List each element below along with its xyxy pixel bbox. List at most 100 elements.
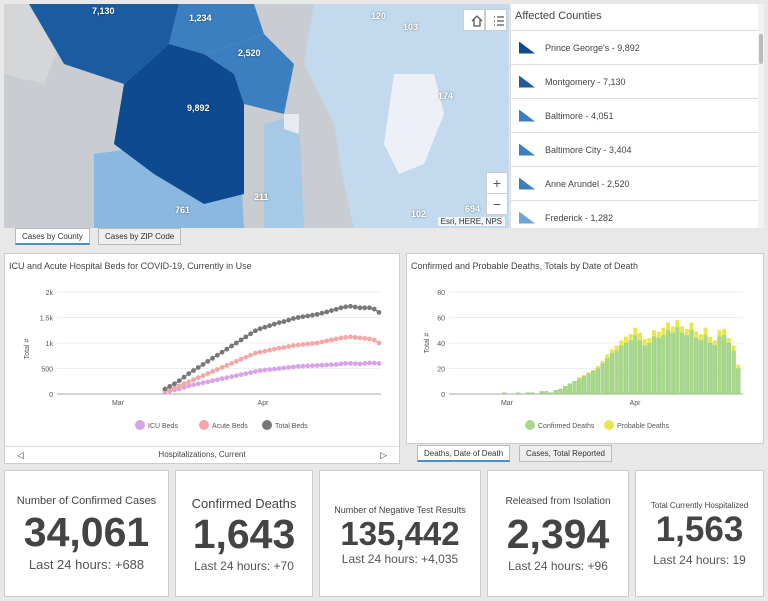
data-point xyxy=(262,348,268,354)
left-arrow-icon[interactable]: ◁ xyxy=(17,447,24,463)
bar-probable xyxy=(581,374,586,377)
data-point xyxy=(271,366,277,372)
data-point xyxy=(229,374,234,380)
data-point xyxy=(267,323,273,329)
zoom-out-button[interactable]: − xyxy=(486,193,508,215)
data-point xyxy=(224,346,230,352)
data-point xyxy=(333,362,339,367)
data-point xyxy=(286,317,292,323)
stat-label: Total Currently Hospitalized xyxy=(650,501,749,510)
bar-probable xyxy=(586,372,591,374)
home-button[interactable] xyxy=(463,9,485,31)
data-point xyxy=(243,371,249,376)
legend-item[interactable]: Baltimore - 4,051 xyxy=(511,98,764,132)
bar-confirmed xyxy=(642,345,647,395)
data-point xyxy=(238,372,244,378)
data-point xyxy=(305,363,311,369)
data-point xyxy=(229,361,234,366)
bar-probable xyxy=(652,330,656,337)
legend-scrollbar[interactable] xyxy=(758,4,764,228)
bar-probable xyxy=(675,320,680,328)
bar-probable xyxy=(703,327,708,336)
data-point xyxy=(262,367,268,373)
data-point xyxy=(172,381,177,387)
data-point xyxy=(205,358,211,364)
deaths-chart[interactable]: 0 20 40 60 80 Total # Mar Apr Confirmed Deaths Pr… xyxy=(407,254,765,445)
bar-probable xyxy=(731,345,736,351)
legend-item[interactable]: Baltimore City - 3,404 xyxy=(511,132,764,166)
data-point xyxy=(224,363,230,368)
data-point xyxy=(324,338,330,344)
bar-confirmed xyxy=(544,391,549,395)
data-point xyxy=(276,320,282,325)
tab-cases-total[interactable]: Cases, Total Reported xyxy=(519,445,613,462)
right-arrow-icon[interactable]: ▷ xyxy=(380,447,387,463)
map-label: 174 xyxy=(438,91,454,101)
y-tick-label: 2k xyxy=(46,290,54,297)
data-point xyxy=(329,337,334,343)
y-axis-label: Total # xyxy=(24,339,31,360)
legend-item[interactable]: Frederick - 1,282 xyxy=(511,200,764,228)
legend-swatch xyxy=(519,177,535,190)
data-point xyxy=(343,304,349,310)
data-point xyxy=(248,352,254,358)
stat-value: 1,563 xyxy=(655,510,744,549)
data-point xyxy=(300,314,306,320)
legend-title: Affected Counties xyxy=(515,10,602,22)
y-tick-label: 20 xyxy=(437,367,445,374)
data-point xyxy=(176,383,182,389)
data-point xyxy=(295,364,301,369)
legend-marker xyxy=(604,420,614,430)
legend-item[interactable]: Montgomery - 7,130 xyxy=(511,64,764,98)
list-toggle-button[interactable] xyxy=(485,9,507,31)
tab-deaths-date[interactable]: Deaths, Date of Death xyxy=(417,445,511,462)
bar-confirmed xyxy=(670,332,675,395)
zoom-in-button[interactable]: + xyxy=(486,172,508,194)
y-tick-label: 1.5k xyxy=(40,316,54,323)
tab-cases-by-zip[interactable]: Cases by ZIP Code xyxy=(98,228,182,245)
data-point xyxy=(200,380,206,386)
data-point xyxy=(310,341,315,346)
stat-sub: Last 24 hours: +96 xyxy=(508,559,608,573)
hospital-beds-chart[interactable]: 0 500 1k 1.5k 2k Total # Mar Apr ICU Beds Acute B… xyxy=(5,254,401,465)
data-point xyxy=(314,363,320,368)
scrollbar-thumb[interactable] xyxy=(759,34,763,64)
bar-confirmed xyxy=(661,335,666,395)
map-label: 120 xyxy=(371,11,387,21)
data-point xyxy=(348,303,353,309)
data-point xyxy=(305,341,311,347)
bar-confirmed xyxy=(680,332,685,395)
data-point xyxy=(310,363,315,369)
legend-item[interactable]: Anne Arundel - 2,520 xyxy=(511,166,764,200)
legend-list[interactable]: Prince George's - 9,892 Montgomery - 7,13… xyxy=(511,30,764,228)
bar-confirmed xyxy=(595,368,600,395)
legend-label: Total Beds xyxy=(275,423,308,430)
data-point xyxy=(333,306,339,312)
legend-swatch xyxy=(519,41,535,54)
data-point xyxy=(314,340,320,346)
data-point xyxy=(348,334,353,340)
data-point xyxy=(214,352,220,358)
data-point xyxy=(376,340,382,346)
affected-counties-legend[interactable]: Affected Counties Prince George's - 9,89… xyxy=(510,4,764,228)
x-tick-label: Mar xyxy=(501,400,514,407)
data-point xyxy=(233,373,239,379)
map-label: 761 xyxy=(175,205,191,215)
data-point xyxy=(186,383,192,389)
y-tick-label: 500 xyxy=(41,367,53,374)
bar-probable xyxy=(694,331,699,338)
data-point xyxy=(243,354,249,360)
data-point xyxy=(219,365,225,370)
tab-cases-by-county[interactable]: Cases by County xyxy=(15,228,90,245)
data-point xyxy=(286,344,292,349)
bar-probable xyxy=(605,354,610,359)
data-point xyxy=(338,305,344,311)
data-point xyxy=(319,362,325,368)
legend-label: ICU Beds xyxy=(148,423,178,430)
data-point xyxy=(257,326,263,332)
data-point xyxy=(362,305,368,311)
legend-item[interactable]: Prince George's - 9,892 xyxy=(511,30,764,64)
county-map[interactable]: 7,130 1,234 2,520 9,892 103 174 211 761 … xyxy=(4,4,509,228)
data-point xyxy=(205,379,211,385)
bar-probable xyxy=(689,322,694,331)
